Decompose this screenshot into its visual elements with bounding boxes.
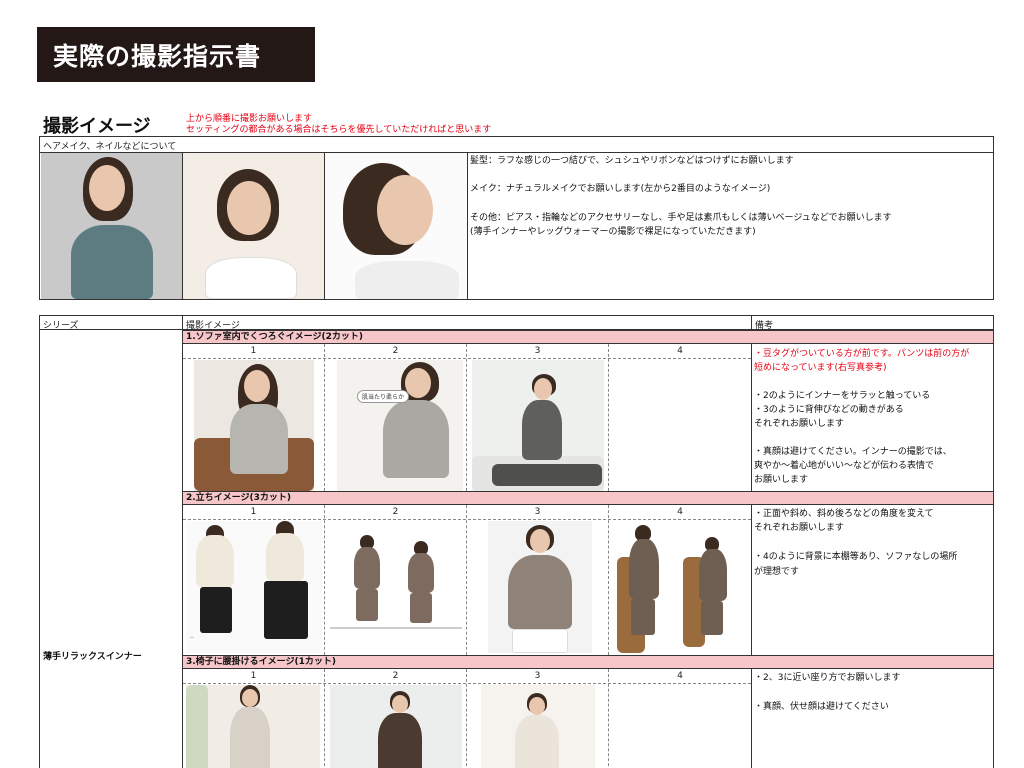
sitting-photo-3 xyxy=(481,685,595,768)
section-1-note-3: ・2のようにインナーをサラッと触っている xyxy=(754,391,931,401)
hair-note-4: (薄手インナーやレッグウォーマーの撮影で裸足になっていただきます) xyxy=(470,227,756,237)
standing-photo-4 xyxy=(617,521,743,653)
section-1-note-2: 短めになっています(右写真参考) xyxy=(754,363,887,373)
section-2-title: 2.立ちイメージ(3カット) xyxy=(183,491,993,505)
section-3-note-2: ・真顔、伏せ顔は避けてください xyxy=(754,702,889,712)
section-1-num-3: 3 xyxy=(534,346,541,356)
section-note-2: セッティングの都合がある場合はそちらを優先していただければと思います xyxy=(186,125,492,135)
section-3-note-1: ・2、3に近い座り方でお願いします xyxy=(754,673,901,683)
hair-note-2: メイク：ナチュラルメイクでお願いします(左から2番目のようなイメージ) xyxy=(470,184,771,194)
hair-table-header: ヘアメイク、ネイルなどについて xyxy=(43,142,177,152)
hair-photo-2 xyxy=(183,153,324,299)
section-1-title: 1.ソファ室内でくつろぐイメージ(2カット) xyxy=(183,330,993,344)
sitting-photo-2 xyxy=(330,685,462,768)
shooting-table: シリーズ 撮影イメージ 備考 薄手リラックスインナー 1.ソファ室内でくつろぐイ… xyxy=(39,315,994,768)
section-1-note-5: それぞれお願いします xyxy=(754,419,845,429)
sofa-photo-1 xyxy=(194,360,314,491)
section-1-note-4: ・3のように背伸びなどの動きがある xyxy=(754,405,904,415)
standing-photo-2 xyxy=(330,521,462,653)
section-2-num-3: 3 xyxy=(534,507,541,517)
document-title: 実際の撮影指示書 xyxy=(37,27,315,82)
hair-photo-1 xyxy=(41,153,182,299)
hair-note-3: その他：ピアス・指輪などのアクセサリーなし、手や足は素爪もしくは薄いベージュなど… xyxy=(470,213,892,223)
hair-note-1: 髪型：ラフな感じの一つ結びで、シュシュやリボンなどはつけずにお願いします xyxy=(470,156,794,166)
section-1-note-1: ・豆タグがついている方が前です。パンツは前の方が xyxy=(754,349,970,359)
section-1-note-8: お願いします xyxy=(754,475,809,485)
section-1-note-6: ・真顔は避けてください。インナーの撮影では、 xyxy=(754,447,952,457)
hair-photo-3 xyxy=(325,153,467,299)
section-2-note-3: ・4のように背景に本棚等あり、ソファなしの場所 xyxy=(754,552,958,562)
sofa-photo-2: 肌当たり柔らか xyxy=(337,360,463,491)
section-2-note-1: ・正面や斜め、斜め後ろなどの角度を変えて xyxy=(754,509,934,519)
section-3-num-4: 4 xyxy=(677,671,683,681)
section-3-num-1: 1 xyxy=(250,671,257,681)
section-1-num-2: 2 xyxy=(392,346,399,356)
sofa-bubble: 肌当たり柔らか xyxy=(357,390,410,403)
section-1-num-4: 4 xyxy=(677,346,683,356)
sitting-photo-1 xyxy=(186,685,320,768)
standing-photo-1: — xyxy=(186,521,322,653)
sofa-photo-3 xyxy=(472,360,604,491)
section-1-note-7: 爽やか〜着心地がいい〜などが伝わる表情で xyxy=(754,461,935,471)
section-2-note-4: が理想です xyxy=(754,567,800,577)
section-1-num-1: 1 xyxy=(250,346,257,356)
section-2-num-4: 4 xyxy=(677,507,683,517)
section-3-num-3: 3 xyxy=(534,671,541,681)
section-2-num-2: 2 xyxy=(392,507,399,517)
series-name: 薄手リラックスインナー xyxy=(43,652,142,662)
hair-makeup-table: ヘアメイク、ネイルなどについて 髪型：ラフな感じの一つ結びで、シュシュやリボンな… xyxy=(39,136,994,300)
section-title: 撮影イメージ xyxy=(43,116,151,137)
section-3-num-2: 2 xyxy=(392,671,399,681)
section-2-note-2: それぞれお願いします xyxy=(754,523,845,533)
standing-photo-3 xyxy=(488,521,592,653)
section-2-num-1: 1 xyxy=(250,507,257,517)
section-3-title: 3.椅子に腰掛けるイメージ(1カット) xyxy=(183,655,993,669)
